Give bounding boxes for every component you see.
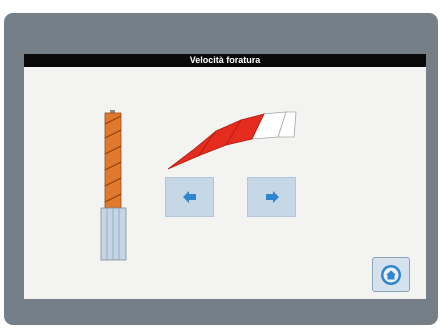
arrow-right-icon	[265, 191, 279, 203]
screen-title: Velocità foratura	[24, 54, 426, 67]
decrease-speed-button[interactable]	[165, 177, 214, 217]
home-icon	[381, 264, 401, 285]
home-button[interactable]	[372, 257, 410, 292]
speed-gauge	[168, 111, 297, 170]
drill-bit-icon	[100, 110, 127, 261]
touch-screen: Velocità foratura	[24, 54, 426, 299]
arrow-left-icon	[182, 191, 196, 203]
increase-speed-button[interactable]	[247, 177, 296, 217]
